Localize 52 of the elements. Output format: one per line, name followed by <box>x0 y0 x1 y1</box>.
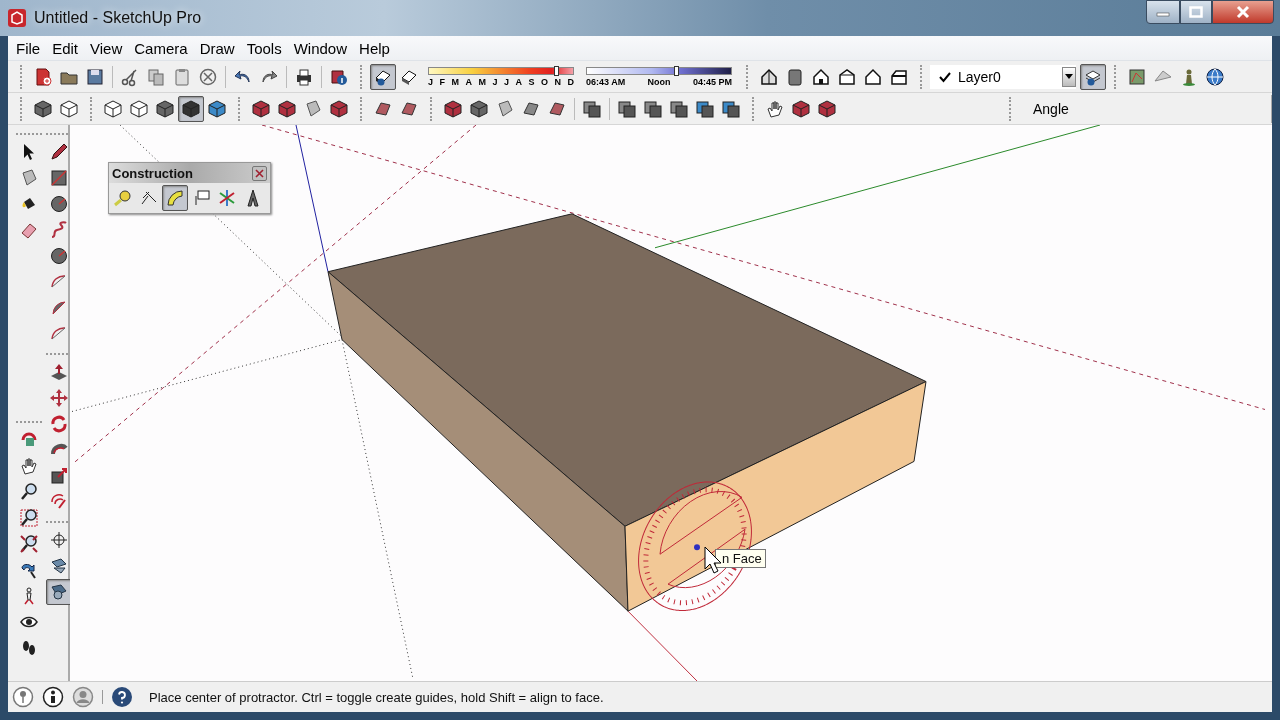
help-icon[interactable] <box>111 686 133 708</box>
month-label: M <box>478 76 486 87</box>
time-label: 04:45 PM <box>692 76 732 87</box>
arrow-cursor-icon <box>704 546 722 574</box>
app-logo-icon <box>8 9 26 27</box>
date-slider[interactable] <box>428 66 574 75</box>
menu-item[interactable]: Draw <box>193 39 241 57</box>
month-label: D <box>567 76 574 87</box>
slider-thumb[interactable] <box>553 65 559 76</box>
protractor-icon[interactable] <box>162 185 188 211</box>
measurements-label: Angle <box>1033 100 1069 117</box>
menu-item[interactable]: Camera <box>128 39 194 57</box>
month-label: A <box>515 76 522 87</box>
time-label: 06:43 AM <box>586 76 626 87</box>
time-label: Noon <box>647 76 671 87</box>
close-button[interactable] <box>252 165 267 181</box>
menu-item[interactable]: Edit <box>46 39 85 57</box>
tooltip: n Face <box>715 549 766 568</box>
month-label: J <box>492 76 498 87</box>
slider-thumb[interactable] <box>674 65 680 76</box>
close-button[interactable] <box>1212 0 1274 24</box>
layer-dropdown[interactable]: Layer0 <box>930 64 1076 89</box>
window-title: Untitled - SketchUp Pro <box>34 9 202 27</box>
menu-item[interactable]: Window <box>287 39 354 57</box>
menu-item[interactable]: Help <box>353 39 396 57</box>
menu-item[interactable]: View <box>84 39 129 57</box>
person-info-icon[interactable] <box>42 686 64 708</box>
month-label: O <box>540 76 548 87</box>
user-avatar-icon[interactable] <box>72 686 94 708</box>
shadow-icon[interactable] <box>370 63 396 90</box>
month-label: F <box>439 76 445 87</box>
palette-title: Construction <box>112 165 193 181</box>
layers-icon[interactable] <box>1080 63 1106 90</box>
month-label: S <box>528 76 535 87</box>
maximize-button[interactable] <box>1180 0 1212 24</box>
menu-item[interactable]: File <box>10 39 47 57</box>
location-pin-icon[interactable] <box>12 686 34 708</box>
maximize-icon <box>1189 6 1203 18</box>
cube-icon[interactable] <box>178 95 204 122</box>
close-icon <box>1236 5 1250 19</box>
axis-line <box>627 610 698 681</box>
menu-item[interactable]: Tools <box>240 39 288 57</box>
minimize-button[interactable] <box>1146 0 1180 24</box>
section-plane-icon[interactable] <box>46 579 72 605</box>
month-label: N <box>554 76 561 87</box>
time-slider[interactable] <box>586 66 732 75</box>
status-message: Place center of protractor. Ctrl = toggle create guides, hold Shift = align to face. <box>149 689 604 705</box>
month-label: A <box>465 76 472 87</box>
layer-name: Layer0 <box>958 68 1002 85</box>
month-label: J <box>503 76 509 87</box>
month-label: M <box>451 76 459 87</box>
month-label: J <box>428 76 433 87</box>
